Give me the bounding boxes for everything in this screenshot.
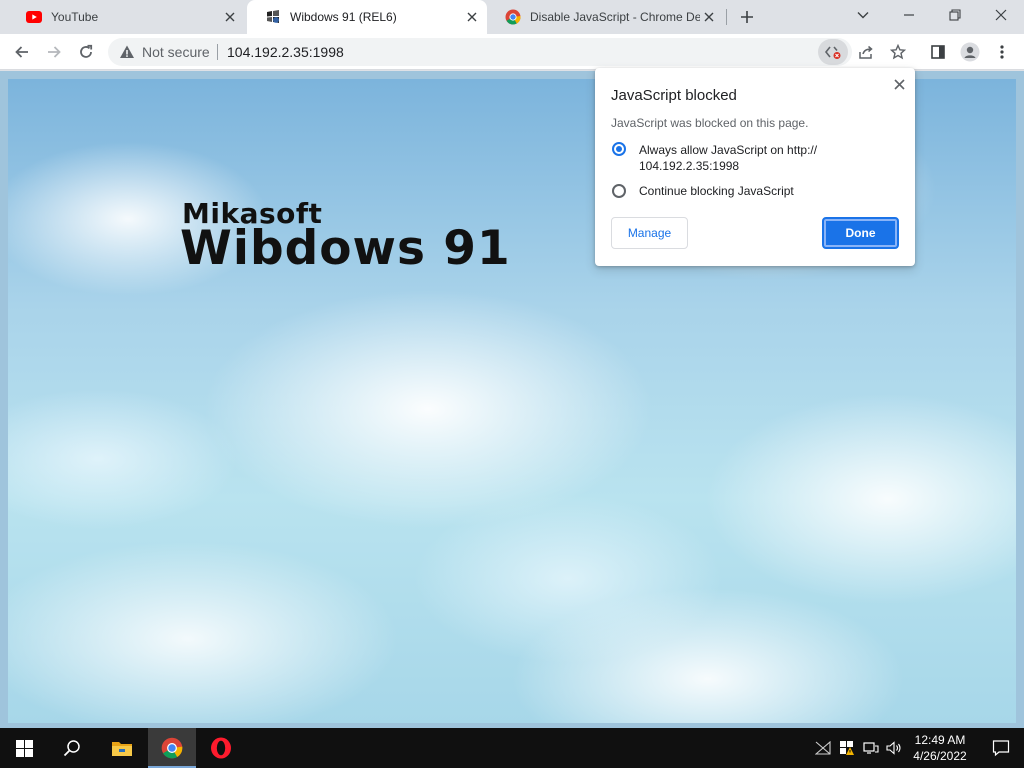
bookmark-button[interactable] [884, 38, 912, 66]
search-icon [63, 740, 80, 757]
star-icon [890, 44, 906, 60]
close-dialog-button[interactable] [889, 74, 909, 94]
arrow-left-icon [15, 46, 28, 58]
security-label[interactable]: Not secure [142, 44, 210, 60]
taskbar: 12:49 AM 4/26/2022 [0, 728, 1024, 768]
share-button[interactable] [852, 38, 880, 66]
tab-separator [726, 9, 727, 25]
minimize-icon [904, 14, 914, 16]
taskbar-chrome[interactable] [148, 728, 196, 768]
windows-logo-icon [15, 739, 33, 757]
option-label-line: Always allow JavaScript on http:// [639, 143, 818, 157]
tab-title: Disable JavaScript - Chrome Dev [530, 10, 700, 24]
close-icon [893, 78, 905, 90]
profile-button[interactable] [956, 38, 984, 66]
taskbar-opera[interactable] [197, 728, 245, 768]
tab-strip: YouTube Wibdows 91 (REL6) Disable JavaSc… [0, 0, 1024, 34]
logo-product: Wibdows 91 [180, 221, 511, 276]
done-button[interactable]: Done [822, 217, 899, 249]
tab-title: Wibdows 91 (REL6) [290, 10, 397, 24]
restore-icon [949, 9, 961, 21]
notification-icon [992, 740, 1010, 757]
avatar-icon [960, 42, 980, 62]
search-button[interactable] [48, 728, 96, 768]
reload-button[interactable] [72, 38, 100, 66]
javascript-blocked-icon [824, 46, 841, 59]
arrow-right-icon [48, 46, 61, 58]
manage-button[interactable]: Manage [611, 217, 688, 249]
warning-icon [120, 45, 134, 58]
clock-date: 4/26/2022 [913, 749, 967, 763]
windows-security-icon[interactable] [839, 740, 855, 756]
new-tab-button[interactable] [736, 6, 758, 28]
chevron-down-icon [857, 12, 869, 19]
option-label-line: Continue blocking JavaScript [639, 184, 794, 198]
more-vertical-icon [1000, 45, 1004, 59]
close-tab-icon[interactable] [463, 8, 481, 26]
tab-title: YouTube [51, 10, 99, 24]
url-text[interactable]: 104.192.2.35:1998 [227, 44, 344, 60]
plus-icon [741, 11, 753, 23]
tab-wibdows[interactable]: Wibdows 91 (REL6) [247, 0, 487, 34]
chrome-icon [505, 9, 521, 25]
opera-icon [211, 737, 231, 759]
wibdows-icon [265, 9, 281, 25]
menu-button[interactable] [988, 38, 1016, 66]
close-icon [995, 9, 1007, 21]
taskbar-file-explorer[interactable] [98, 728, 146, 768]
browser-toolbar: Not secure 104.192.2.35:1998 [0, 34, 1024, 70]
tab-disable-javascript[interactable]: Disable JavaScript - Chrome Dev [487, 0, 724, 34]
radio-continue-blocking[interactable] [612, 184, 626, 198]
radio-label-continue-blocking[interactable]: Continue blocking JavaScript [639, 183, 794, 199]
back-button[interactable] [8, 38, 36, 66]
javascript-blocked-button[interactable] [818, 39, 848, 65]
address-separator [217, 44, 218, 60]
close-tab-icon[interactable] [700, 8, 718, 26]
close-tab-icon[interactable] [221, 8, 239, 26]
tab-youtube[interactable]: YouTube [8, 0, 245, 34]
clock-time: 12:49 AM [914, 733, 966, 747]
network-disconnected-icon[interactable] [815, 740, 831, 756]
radio-always-allow[interactable] [612, 142, 626, 156]
radio-label-always-allow[interactable]: Always allow JavaScript on http:// 104.1… [639, 142, 817, 174]
share-icon [859, 45, 873, 59]
address-bar[interactable]: Not secure 104.192.2.35:1998 [108, 38, 852, 66]
tab-search-button[interactable] [840, 0, 886, 30]
side-panel-button[interactable] [924, 38, 952, 66]
side-panel-icon [931, 45, 945, 59]
system-clock[interactable]: 12:49 AM 4/26/2022 [905, 732, 975, 764]
notification-center-button[interactable] [978, 728, 1024, 768]
dialog-title: JavaScript blocked [611, 87, 737, 104]
volume-icon[interactable] [886, 740, 902, 756]
minimize-button[interactable] [886, 0, 932, 30]
network-icon[interactable] [863, 740, 879, 756]
chrome-icon [161, 737, 183, 759]
file-explorer-icon [112, 742, 132, 756]
restore-button[interactable] [932, 0, 978, 30]
reload-icon [80, 44, 93, 58]
start-button[interactable] [0, 728, 48, 768]
forward-button[interactable] [40, 38, 68, 66]
javascript-blocked-dialog: JavaScript blocked JavaScript was blocke… [595, 68, 915, 266]
dialog-description: JavaScript was blocked on this page. [611, 116, 809, 130]
youtube-icon [26, 9, 42, 25]
option-label-line: 104.192.2.35:1998 [639, 159, 740, 173]
close-window-button[interactable] [978, 0, 1024, 30]
